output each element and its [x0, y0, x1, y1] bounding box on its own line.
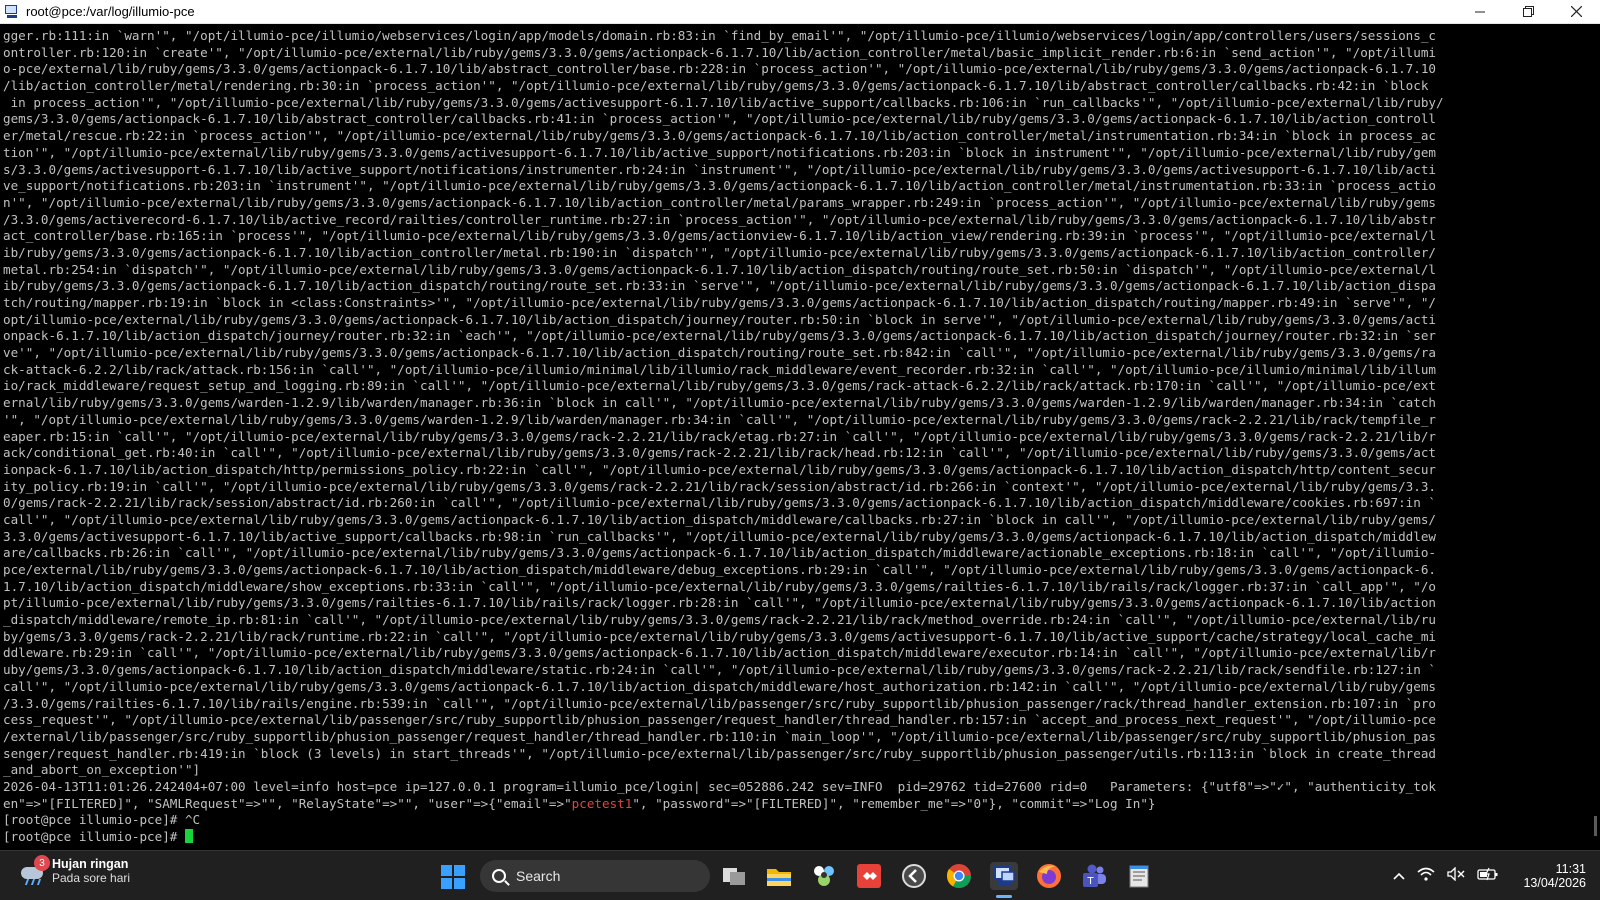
system-tray: 11:31 13/04/2026 [1387, 851, 1600, 900]
weather-title: Hujan ringan [52, 857, 129, 871]
minimize-icon [1475, 11, 1485, 12]
log-line: opt/illumio-pce/external/lib/ruby/gems/3… [3, 311, 1437, 327]
log-line: ve_support/notifications.rb:203:in `inst… [3, 178, 1437, 194]
log-line: cess_request'", "/opt/illumio-pce/extern… [3, 712, 1437, 728]
terminal-scrollbar[interactable] [1588, 26, 1600, 850]
log-line: ack/conditional_get.rb:40:in `call'", "/… [3, 445, 1437, 461]
restore-icon [1522, 6, 1534, 17]
log-line: gger.rb:111:in `warn'", "/opt/illumio-pc… [3, 28, 1437, 43]
task-view-icon[interactable] [720, 862, 748, 890]
restore-button[interactable] [1504, 0, 1552, 24]
log-line: o-pce/external/lib/ruby/gems/3.3.0/gems/… [3, 61, 1437, 77]
clock[interactable]: 11:31 13/04/2026 [1523, 862, 1586, 890]
log-line: 2026-04-13T11:01:26.242404+07:00 level=i… [3, 778, 1437, 794]
prompt-text: [root@pce illumio-pce]# [3, 829, 185, 844]
log-line: pce/external/lib/ruby/gems/3.3.0/gems/ac… [3, 562, 1437, 577]
log-line: ck-attack-6.2.2/lib/rack/attack.rb:156:i… [3, 361, 1437, 377]
log-line: in process_action'", "/opt/illumio-pce/e… [3, 94, 1444, 110]
scrollbar-thumb[interactable] [1594, 816, 1597, 836]
log-line: '", "/opt/illumio-pce/external/lib/ruby/… [3, 411, 1437, 427]
log-line: metal.rb:254:in `dispatch'", "/opt/illum… [3, 261, 1437, 277]
log-line: by/gems/3.3.0/gems/rack-2.2.21/lib/rack/… [3, 628, 1437, 644]
minimize-button[interactable] [1456, 0, 1504, 24]
log-line: tch/routing/mapper.rb:19:in `block in <c… [3, 295, 1437, 310]
teams-icon[interactable]: T [1080, 862, 1108, 890]
taskbar-search[interactable]: Search [480, 860, 710, 892]
log-line: tion'", "/opt/illumio-pce/external/lib/r… [3, 144, 1437, 160]
log-line: ity_policy.rb:19:in `call'", "/opt/illum… [3, 478, 1437, 494]
log-line: ontroller.rb:120:in `create'", "/opt/ill… [3, 44, 1437, 60]
weather-badge: 3 [34, 855, 50, 871]
log-line: ddleware.rb:29:in `call'", "/opt/illumio… [3, 645, 1437, 661]
log-line: gems/3.3.0/gems/actionpack-6.1.7.10/lib/… [3, 111, 1437, 127]
anydesk-icon[interactable] [855, 862, 883, 890]
log-line: ernal/lib/ruby/gems/3.3.0/gems/warden-1.… [3, 395, 1437, 411]
windows-logo-icon [441, 865, 452, 876]
wifi-icon[interactable] [1417, 867, 1435, 885]
terminal-taskbar-icon[interactable] [990, 862, 1018, 890]
log-line: /lib/action_controller/metal/rendering.r… [3, 78, 1429, 94]
log-line: senger/request_handler.rb:419:in `block … [3, 745, 1437, 761]
params-line: en"=>"[FILTERED]", "SAMLRequest"=>"", "R… [3, 796, 1588, 813]
search-icon [492, 869, 506, 883]
window-title: root@pce:/var/log/illumio-pce [26, 4, 195, 19]
clock-time: 11:31 [1555, 862, 1586, 876]
terminal-output[interactable]: gger.rb:111:in `warn'", "/opt/illumio-pc… [0, 26, 1588, 850]
params-line-before: en"=>"[FILTERED]", "SAMLRequest"=>"", "R… [3, 795, 572, 811]
weather-subtitle: Pada sore hari [52, 871, 131, 885]
rain-cloud-icon: 3 [18, 855, 50, 885]
chrome-icon[interactable] [945, 862, 973, 890]
log-line: 0/gems/rack-2.2.21/lib/rack/session/abst… [3, 495, 1437, 511]
log-line: ib/ruby/gems/3.3.0/gems/actionpack-6.1.7… [3, 244, 1437, 260]
log-line: s/3.3.0/gems/activesupport-6.1.7.10/lib/… [3, 161, 1437, 177]
search-label: Search [516, 868, 561, 884]
taskbar: 3 Hujan ringan Pada sore hari Search T 1… [0, 850, 1600, 900]
params-line-after: ", "password"=>"[FILTERED]", "remember_m… [632, 795, 1156, 811]
close-icon [1570, 6, 1582, 17]
log-output: gger.rb:111:in `warn'", "/opt/illumio-pc… [3, 28, 1588, 796]
log-line: ionpack-6.1.7.10/lib/action_dispatch/htt… [3, 461, 1437, 477]
log-line: call'", "/opt/illumio-pce/external/lib/r… [3, 511, 1437, 527]
speaker-muted-icon[interactable] [1447, 866, 1465, 885]
window-titlebar: root@pce:/var/log/illumio-pce [0, 0, 1600, 24]
log-line: /external/lib/passenger/src/ruby_support… [3, 728, 1437, 744]
prompt-line-active[interactable]: [root@pce illumio-pce]# [3, 829, 1588, 846]
terminal-app-icon [4, 4, 20, 20]
clock-date: 13/04/2026 [1523, 876, 1586, 890]
chevron-up-icon[interactable] [1393, 868, 1406, 884]
log-line: pt/illumio-pce/external/lib/ruby/gems/3.… [3, 595, 1437, 611]
active-app-indicator [996, 895, 1012, 898]
log-line: call'", "/opt/illumio-pce/external/lib/r… [3, 678, 1437, 694]
log-line: io/rack_middleware/request_setup_and_log… [3, 378, 1437, 394]
log-line: 3.3.0/gems/activesupport-6.1.7.10/lib/ac… [3, 528, 1437, 544]
log-line: onpack-6.1.7.10/lib/action_dispatch/jour… [3, 328, 1437, 344]
terminal-cursor [184, 829, 193, 843]
file-explorer-icon[interactable] [765, 862, 793, 890]
battery-charging-icon[interactable] [1477, 867, 1499, 885]
log-line: uby/gems/3.3.0/gems/actionpack-6.1.7.10/… [3, 662, 1437, 678]
start-button[interactable] [441, 865, 465, 889]
log-line: /3.3.0/gems/activerecord-6.1.7.10/lib/ac… [3, 211, 1437, 227]
close-button[interactable] [1552, 0, 1600, 24]
log-line: act_controller/base.rb:165:in `process'"… [3, 228, 1437, 244]
log-line: _dispatch/middleware/remote_ip.rb:81:in … [3, 612, 1437, 628]
log-line: n'", "/opt/illumio-pce/external/lib/ruby… [3, 194, 1437, 210]
firefox-icon[interactable] [1035, 862, 1063, 890]
remote-app-icon[interactable] [900, 862, 928, 890]
weather-widget[interactable]: 3 Hujan ringan Pada sore hari [18, 855, 131, 885]
log-line: eaper.rb:15:in `call'", "/opt/illumio-pc… [3, 428, 1437, 444]
log-line: /3.3.0/gems/railties-6.1.7.10/lib/rails/… [3, 695, 1437, 711]
svg-text:T: T [1086, 876, 1094, 887]
highlighted-email: pcetest1 [571, 795, 633, 811]
prompt-line: [root@pce illumio-pce]# ^C [3, 812, 201, 828]
log-line: 1.7.10/lib/action_dispatch/middleware/sh… [3, 578, 1437, 594]
log-line: ve'", "/opt/illumio-pce/external/lib/rub… [3, 345, 1437, 361]
log-line: are/callbacks.rb:26:in `call'", "/opt/il… [3, 545, 1437, 561]
log-line: _and_abort_on_exception'"] [3, 762, 201, 778]
notepad-icon[interactable] [1125, 862, 1153, 890]
log-line: er/metal/rescue.rb:22:in `process_action… [3, 128, 1437, 144]
log-line: ib/ruby/gems/3.3.0/gems/actionpack-6.1.7… [3, 278, 1437, 294]
snipping-app-icon[interactable] [810, 862, 838, 890]
